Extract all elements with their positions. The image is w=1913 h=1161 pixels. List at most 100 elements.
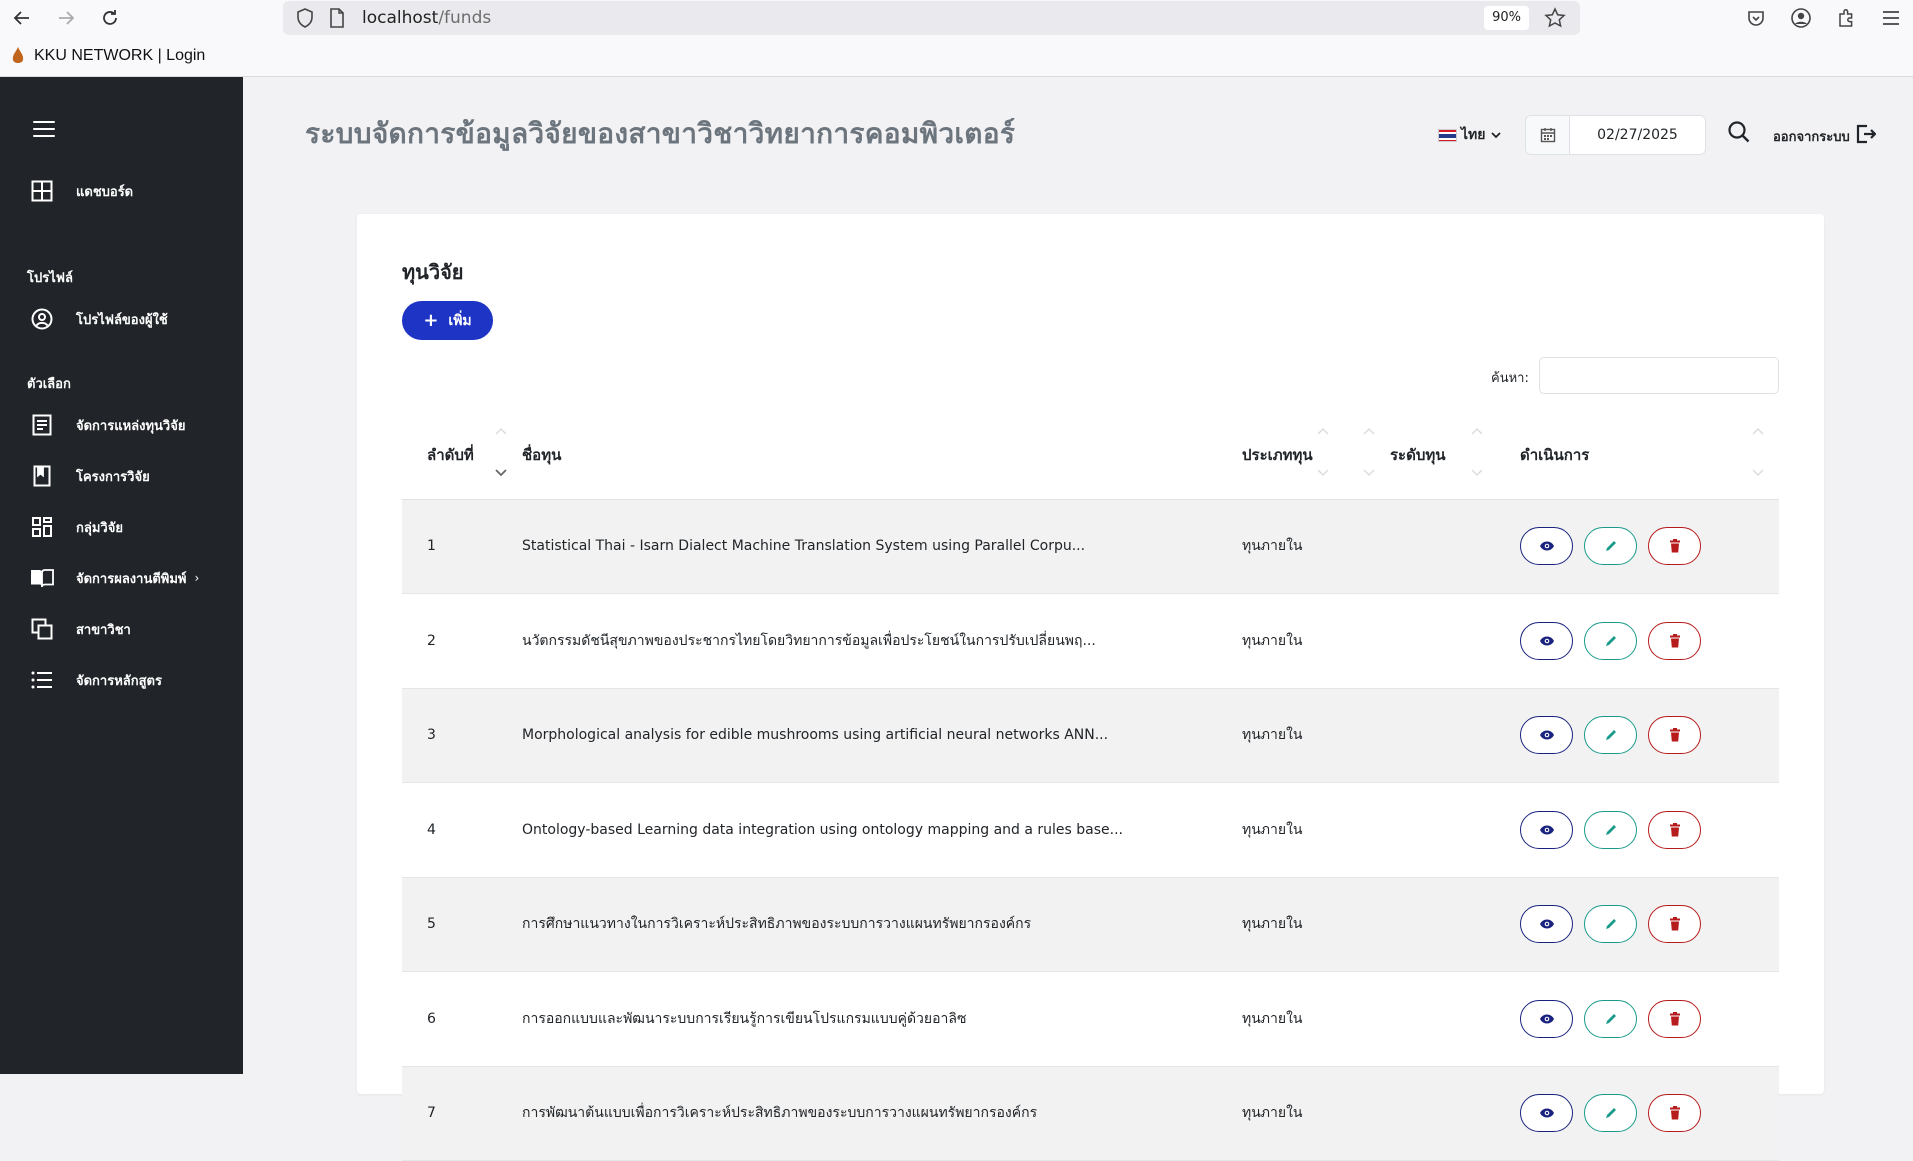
view-button[interactable] [1520, 999, 1573, 1038]
column-header-name[interactable]: ชื่อทุน [522, 407, 1329, 500]
open-book-icon [30, 566, 54, 590]
sidebar-item-fund-sources[interactable]: จัดการแหล่งทุนวิจัย [30, 408, 230, 442]
edit-button[interactable] [1584, 1094, 1637, 1133]
address-bar[interactable]: localhost/funds 90% [283, 1, 1580, 35]
delete-button[interactable] [1648, 621, 1701, 660]
cell-actions [1520, 1066, 1779, 1161]
cell-fund-name: Ontology-based Learning data integration… [522, 782, 1242, 878]
sort-icon[interactable] [495, 427, 507, 477]
cell-fund-level [1390, 877, 1520, 972]
table-row: 3 Morphological analysis for edible mush… [402, 688, 1779, 783]
back-button[interactable] [0, 0, 44, 36]
view-button[interactable] [1520, 1094, 1573, 1133]
calendar-icon[interactable] [1526, 116, 1570, 154]
pocket-icon[interactable] [1733, 0, 1778, 36]
pencil-icon [1605, 1108, 1616, 1119]
sort-icon[interactable] [1471, 427, 1483, 477]
logout-button[interactable]: ออกจากระบบ [1773, 124, 1877, 148]
search-label: ค้นหา: [1491, 371, 1529, 386]
cell-no: 4 [402, 782, 522, 878]
column-header-actions[interactable]: ดำเนินการ [1520, 407, 1779, 500]
logout-label: ออกจากระบบ [1773, 129, 1850, 145]
date-value[interactable]: 02/27/2025 [1570, 116, 1705, 154]
url-text: localhost/funds [362, 8, 492, 28]
trash-icon [1669, 1106, 1680, 1120]
delete-button[interactable] [1648, 999, 1701, 1038]
eye-icon [1539, 1108, 1554, 1118]
extensions-icon[interactable] [1823, 0, 1868, 36]
cell-no: 2 [402, 593, 522, 689]
sidebar-item-dashboard[interactable]: แดชบอร์ด [30, 174, 230, 208]
logout-icon [1856, 124, 1877, 148]
list-document-icon [30, 413, 54, 437]
cell-no: 1 [402, 499, 522, 594]
view-button[interactable] [1520, 621, 1573, 660]
cell-no: 7 [402, 1066, 522, 1161]
cell-actions [1520, 782, 1779, 878]
delete-button[interactable] [1648, 1094, 1701, 1133]
column-header-type[interactable]: ประเภททุน [1242, 407, 1390, 500]
sidebar-item-publications[interactable]: จัดการผลงานตีพิมพ์ › [30, 561, 230, 595]
bookmark-star-icon[interactable] [1544, 7, 1566, 33]
view-button[interactable] [1520, 716, 1573, 755]
table-row: 4 Ontology-based Learning data integrati… [402, 782, 1779, 878]
cell-fund-level [1390, 593, 1520, 689]
add-fund-button[interactable]: + เพิ่ม [402, 301, 493, 340]
view-button[interactable] [1520, 905, 1573, 944]
sidebar-item-curriculum[interactable]: จัดการหลักสูตร [30, 663, 230, 697]
cell-actions [1520, 593, 1779, 689]
column-header-no[interactable]: ลำดับที่ [402, 407, 522, 500]
table-header-row: ลำดับที่ ชื่อทุน ประเภททุน ระดับทุน ดำเน… [402, 407, 1779, 500]
column-header-level[interactable]: ระดับทุน [1390, 407, 1520, 500]
cell-fund-type: ทุนภายใน [1242, 877, 1390, 972]
sort-icon[interactable] [1752, 427, 1764, 477]
delete-button[interactable] [1648, 905, 1701, 944]
cell-actions [1520, 877, 1779, 972]
date-picker[interactable]: 02/27/2025 [1525, 115, 1706, 155]
book-icon [30, 464, 54, 488]
view-button[interactable] [1520, 527, 1573, 566]
account-icon[interactable] [1778, 0, 1823, 36]
edit-button[interactable] [1584, 621, 1637, 660]
arrow-left-icon [13, 11, 29, 25]
sidebar-item-profile[interactable]: โปรไฟล์ของผู้ใช้ [30, 302, 230, 336]
chevron-down-icon [1491, 132, 1502, 139]
search-icon[interactable] [1727, 120, 1753, 146]
sidebar-section-options: ตัวเลือก [27, 377, 71, 392]
chevron-right-icon: › [194, 571, 200, 585]
edit-button[interactable] [1584, 905, 1637, 944]
menu-icon[interactable] [1868, 0, 1913, 36]
cell-fund-level [1390, 782, 1520, 878]
sort-icon[interactable] [1363, 427, 1375, 477]
view-button[interactable] [1520, 810, 1573, 849]
sidebar-item-label: จัดการแหล่งทุนวิจัย [76, 418, 186, 434]
page-info-icon[interactable] [326, 7, 348, 29]
reload-button[interactable] [88, 0, 132, 36]
sidebar-item-departments[interactable]: สาขาวิชา [30, 612, 230, 646]
sidebar-toggle-icon[interactable] [33, 121, 55, 139]
table-row: 2 นวัตกรรมดัชนีสุขภาพของประชากรไทยโดยวิท… [402, 593, 1779, 689]
delete-button[interactable] [1648, 527, 1701, 566]
eye-icon [1539, 730, 1554, 740]
language-selector[interactable]: ไทย [1438, 124, 1502, 146]
site-favicon-icon [12, 47, 24, 63]
edit-button[interactable] [1584, 999, 1637, 1038]
user-circle-icon [30, 307, 54, 331]
edit-button[interactable] [1584, 527, 1637, 566]
sidebar-item-research-groups[interactable]: กลุ่มวิจัย [30, 510, 230, 544]
edit-button[interactable] [1584, 810, 1637, 849]
tab-title[interactable]: KKU NETWORK | Login [34, 47, 205, 65]
shield-icon[interactable] [294, 7, 316, 29]
edit-button[interactable] [1584, 716, 1637, 755]
cell-fund-type: ทุนภายใน [1242, 499, 1390, 594]
delete-button[interactable] [1648, 716, 1701, 755]
zoom-level[interactable]: 90% [1484, 6, 1529, 30]
browser-toolbar: localhost/funds 90% [0, 0, 1913, 36]
sidebar-item-research-projects[interactable]: โครงการวิจัย [30, 459, 230, 493]
forward-button[interactable] [44, 0, 88, 36]
sidebar-item-label: จัดการหลักสูตร [76, 673, 162, 689]
delete-button[interactable] [1648, 810, 1701, 849]
sidebar-section-profile: โปรไฟล์ [27, 271, 73, 286]
trash-icon [1669, 917, 1680, 931]
table-search-input[interactable] [1539, 357, 1779, 394]
